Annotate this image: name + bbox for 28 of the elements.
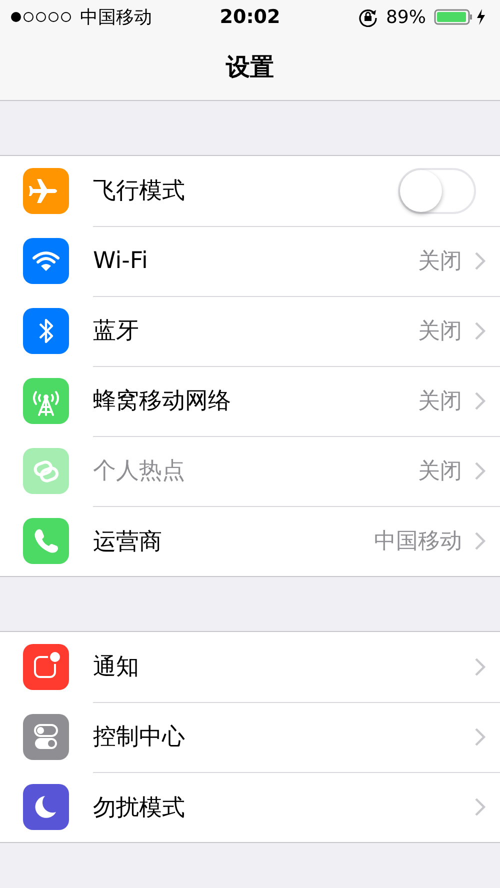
toggle-switch[interactable] bbox=[398, 168, 476, 214]
screen-title: 设置 bbox=[226, 52, 274, 83]
chevron-icon bbox=[474, 726, 486, 746]
clock-time: 20:02 bbox=[220, 6, 280, 28]
chevron-icon bbox=[474, 656, 486, 676]
setting-value: 关闭 bbox=[418, 318, 462, 346]
setting-value: 中国移动 bbox=[374, 528, 462, 556]
setting-label[interactable]: 飞行模式 bbox=[93, 175, 398, 206]
setting-label[interactable]: Wi-Fi bbox=[93, 248, 418, 274]
chevron-icon bbox=[474, 460, 486, 480]
signal-icon bbox=[10, 11, 72, 23]
battery-percent: 89% bbox=[386, 6, 426, 28]
setting-value: 关闭 bbox=[418, 248, 462, 276]
setting-label[interactable]: 蓝牙 bbox=[93, 315, 418, 346]
chevron-icon bbox=[474, 390, 486, 410]
setting-value: 关闭 bbox=[418, 458, 462, 486]
chevron-icon bbox=[474, 250, 486, 270]
setting-label[interactable]: 控制中心 bbox=[93, 721, 474, 752]
chevron-icon bbox=[474, 531, 486, 551]
setting-label[interactable]: 勿扰模式 bbox=[93, 792, 474, 822]
setting-label[interactable]: 运营商 bbox=[93, 526, 374, 556]
setting-label[interactable]: 通知 bbox=[93, 651, 474, 682]
setting-label[interactable]: 蜂窝移动网络 bbox=[93, 385, 418, 416]
rotation-lock-icon bbox=[358, 7, 378, 27]
setting-value: 关闭 bbox=[418, 388, 462, 416]
carrier-name: 中国移动 bbox=[80, 6, 152, 29]
chevron-icon bbox=[474, 320, 486, 340]
chevron-icon bbox=[474, 797, 486, 817]
